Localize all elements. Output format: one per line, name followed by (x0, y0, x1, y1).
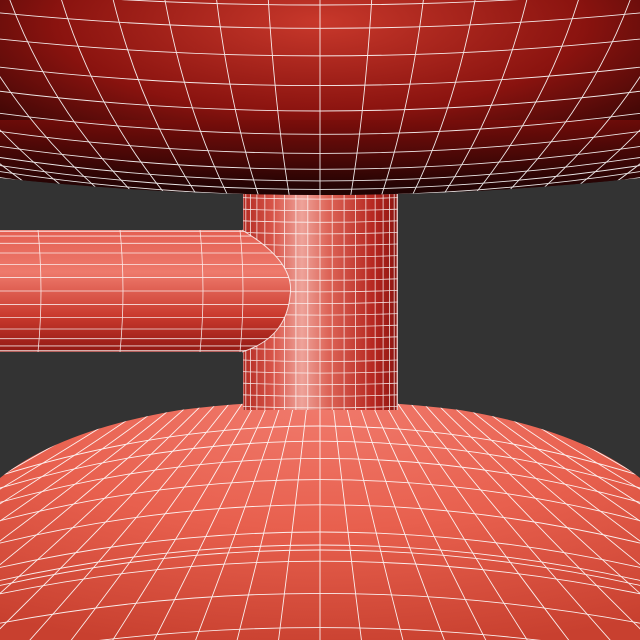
wireframe-render (0, 0, 640, 640)
3d-viewport[interactable] (0, 0, 640, 640)
